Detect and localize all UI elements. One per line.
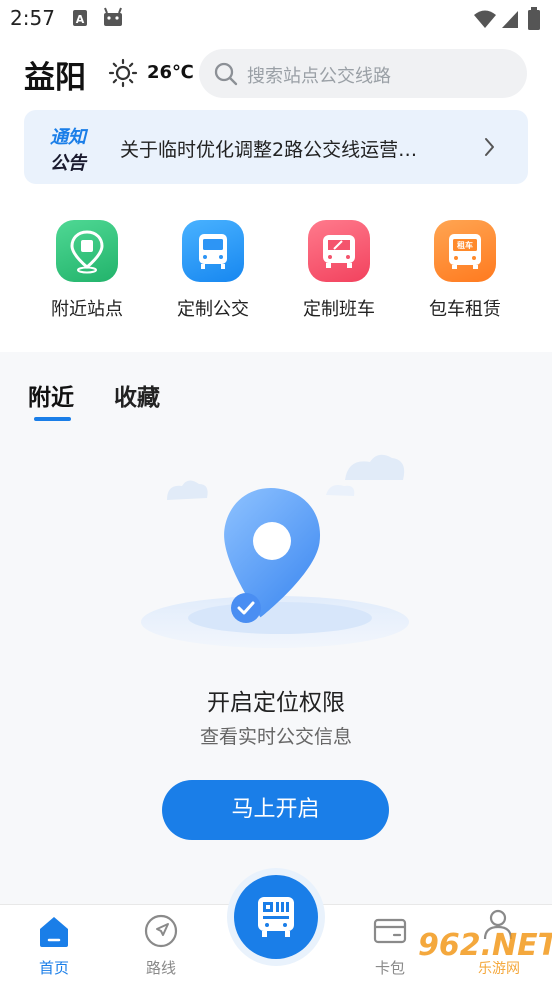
svg-text:A: A	[76, 13, 85, 26]
location-illustration	[141, 454, 409, 648]
tab-nearby[interactable]: 附近	[28, 378, 74, 412]
search-icon	[214, 62, 238, 86]
shortcut-label: 包车租赁	[429, 299, 501, 320]
shortcut-nearby-stops[interactable]: 附近站点	[32, 218, 142, 320]
rental-bus-icon: 租车	[434, 220, 496, 282]
empty-state-title: 开启定位权限	[207, 690, 345, 716]
signal-icon	[502, 11, 518, 28]
notice-tag-top: 通知	[50, 127, 86, 148]
status-bar: 2:57 A	[0, 0, 552, 38]
nav-label: 路线	[145, 959, 176, 977]
android-icon	[104, 7, 122, 26]
bus-qr-code-button[interactable]	[234, 875, 318, 959]
shortcut-custom-bus[interactable]: 定制公交	[158, 218, 268, 320]
nav-label: 首页	[38, 959, 69, 977]
notice-text: 关于临时优化调整2路公交线运营…	[120, 139, 418, 161]
search-bar[interactable]: 搜索站点公交线路	[199, 49, 527, 98]
empty-state-subtitle: 查看实时公交信息	[199, 726, 352, 748]
notice-tag-bottom: 公告	[50, 153, 86, 174]
battery-icon	[528, 7, 540, 30]
sun-icon	[108, 58, 138, 88]
navigation-arrow-icon	[144, 914, 178, 948]
status-time: 2:57	[10, 6, 55, 30]
weather-temperature: 26℃	[147, 62, 194, 83]
shortcut-label: 附近站点	[51, 299, 123, 320]
active-tab-indicator	[34, 417, 71, 421]
shortcut-label: 定制公交	[177, 299, 249, 320]
bus-icon	[182, 220, 244, 282]
shortcut-charter-rental[interactable]: 租车 包车租赁	[410, 218, 520, 320]
shuttle-bus-icon	[308, 220, 370, 282]
city-selector[interactable]: 益阳	[24, 52, 86, 97]
bus-qr-code-icon	[258, 897, 294, 937]
notice-banner[interactable]: 通知 公告 关于临时优化调整2路公交线运营…	[24, 110, 528, 184]
rental-badge: 租车	[457, 241, 473, 250]
nav-home[interactable]: 首页	[14, 905, 94, 982]
keyboard-a-icon: A	[73, 10, 87, 26]
tab-favorites[interactable]: 收藏	[114, 378, 160, 412]
bus-stop-pin-icon	[56, 220, 118, 282]
shortcut-label: 定制班车	[303, 299, 375, 320]
chevron-right-icon	[485, 138, 494, 156]
search-placeholder: 搜索站点公交线路	[247, 66, 391, 87]
nav-routes[interactable]: 路线	[121, 905, 201, 982]
card-wallet-icon	[373, 918, 407, 944]
shortcut-custom-shuttle[interactable]: 定制班车	[284, 218, 394, 320]
watermark-subtitle: 乐游网	[478, 961, 520, 977]
home-icon	[40, 917, 68, 947]
enable-location-button[interactable]: 马上开启	[162, 780, 389, 840]
wifi-icon	[474, 10, 496, 28]
